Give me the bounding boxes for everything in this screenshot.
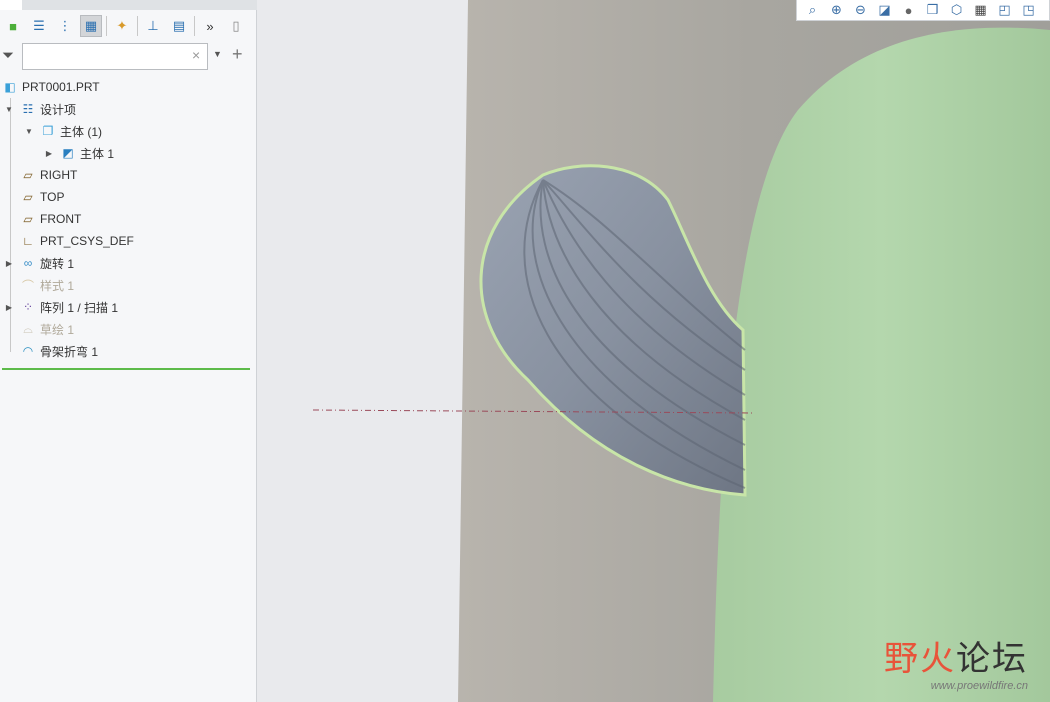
body-icon: ◩: [62, 146, 74, 160]
model-scene: [312, 0, 1050, 702]
more-icon[interactable]: »: [199, 15, 221, 37]
annotation-display-icon[interactable]: ◳: [1019, 1, 1038, 19]
tree-columns-icon[interactable]: ▤: [168, 15, 190, 37]
separator: [194, 16, 195, 36]
expand-arrow-icon[interactable]: ▶: [4, 259, 14, 268]
zoom-in-icon[interactable]: ⊕: [827, 1, 846, 19]
tree-item-front[interactable]: ▱ FRONT: [0, 208, 257, 230]
watermark-url: www.proewildfire.cn: [930, 680, 1028, 692]
watermark-title: 野火: [884, 640, 956, 678]
filter-icon[interactable]: ⏷: [2, 47, 14, 64]
tree-item-label: 设计项: [40, 102, 77, 117]
search-input[interactable]: [22, 43, 208, 70]
clear-icon[interactable]: ×: [192, 47, 200, 63]
model-tree-toolbar: ■ ☰ ⋮ ▦ ✦ ⊥ ▤ » ▯: [0, 12, 257, 40]
settings-doc-icon[interactable]: ▯: [225, 15, 247, 37]
view-manager-icon[interactable]: ⬡: [947, 1, 966, 19]
tree-item-right[interactable]: ▱ RIGHT: [0, 164, 257, 186]
csys-icon: ∟: [22, 234, 34, 248]
add-icon[interactable]: +: [232, 44, 243, 65]
separator: [106, 16, 107, 36]
tree-item-label: RIGHT: [40, 168, 78, 182]
zoom-out-icon[interactable]: ⊖: [851, 1, 870, 19]
tree-item-label: 旋转 1: [40, 256, 75, 271]
chevron-down-icon[interactable]: ▼: [213, 49, 222, 59]
tree-item-label: TOP: [40, 190, 65, 204]
tree-item-revolve[interactable]: ▶ ∞ 旋转 1: [0, 252, 257, 274]
pattern-icon: ⁘: [22, 300, 34, 314]
tree-item-spinal-bend[interactable]: ◠ 骨架折弯 1: [0, 340, 257, 362]
style-icon: ⌒: [21, 278, 34, 293]
expand-arrow-icon[interactable]: ▶: [4, 303, 14, 312]
tree-item-part[interactable]: ◧ PRT0001.PRT: [0, 76, 257, 98]
tree-item-top[interactable]: ▱ TOP: [0, 186, 257, 208]
tree-item-csys[interactable]: ∟ PRT_CSYS_DEF: [0, 230, 257, 252]
model-tree-tab[interactable]: [0, 0, 22, 10]
perspective-icon[interactable]: ◰: [995, 1, 1014, 19]
datum-plane-icon: ▱: [23, 168, 33, 182]
bodies-icon: ❐: [42, 124, 54, 138]
snapshot-icon[interactable]: ▦: [971, 1, 990, 19]
tree-filter-icon[interactable]: ⊥: [142, 15, 164, 37]
search-row: ⏷ × ▼ +: [0, 43, 257, 71]
tree-item-label: 主体 (1): [60, 124, 103, 139]
expand-arrow-icon[interactable]: ▶: [44, 149, 54, 158]
tree-item-style[interactable]: ⌒ 样式 1: [0, 274, 257, 296]
sketch-icon: ⌓: [23, 321, 33, 336]
tree-item-label: 骨架折弯 1: [40, 344, 99, 359]
tree-item-bodies[interactable]: ▼ ❐ 主体 (1): [0, 120, 257, 142]
model-tree: ◧ PRT0001.PRT ▼ ☷ 设计项 ▼ ❐ 主体 (1) ▶ ◩ 主体 1 ▱ RIGH…: [0, 76, 257, 362]
expand-all-icon[interactable]: ☰: [28, 15, 50, 37]
tree-item-pattern[interactable]: ▶ ⁘ 阵列 1 / 扫描 1: [0, 296, 257, 318]
tree-item-label: 主体 1: [80, 146, 115, 161]
spinal-bend-icon: ◠: [22, 344, 34, 358]
tree-item-design-items[interactable]: ▼ ☷ 设计项: [0, 98, 257, 120]
panel-tabs: [0, 0, 257, 10]
insert-here-line[interactable]: [2, 368, 250, 370]
show-hide-icon[interactable]: ▦: [80, 15, 102, 37]
tree-item-label: FRONT: [40, 212, 82, 226]
tree-item-label: PRT_CSYS_DEF: [40, 234, 134, 248]
part-icon[interactable]: ■: [2, 15, 24, 37]
tree-item-label: 阵列 1 / 扫描 1: [40, 300, 119, 315]
tree-item-label: 草绘 1: [40, 322, 75, 337]
design-items-icon: ☷: [22, 102, 34, 116]
view-toolbar: ⌕ ⊕ ⊖ ◪ ● ❒ ⬡ ▦ ◰ ◳: [796, 0, 1050, 21]
saved-orientations-icon[interactable]: ❒: [923, 1, 942, 19]
revolve-icon: ∞: [23, 256, 33, 270]
new-feature-icon[interactable]: ✦: [111, 15, 133, 37]
collapse-all-icon[interactable]: ⋮: [54, 15, 76, 37]
datum-plane-icon: ▱: [23, 212, 33, 226]
collapse-arrow-icon[interactable]: ▼: [24, 127, 34, 136]
display-style-icon[interactable]: ●: [899, 1, 918, 19]
collapse-arrow-icon[interactable]: ▼: [4, 105, 14, 114]
tree-item-label: 样式 1: [40, 278, 75, 293]
refit-icon[interactable]: ⌕: [803, 1, 822, 19]
watermark: 野火论坛 www.proewildfire.cn: [884, 631, 1028, 692]
tree-item-body[interactable]: ▶ ◩ 主体 1: [0, 142, 257, 164]
watermark-title-b: 论坛: [956, 640, 1028, 678]
datum-plane-icon: ▱: [23, 190, 33, 204]
tree-item-sketch[interactable]: ⌓ 草绘 1: [0, 318, 257, 340]
graphics-window[interactable]: ⌕ ⊕ ⊖ ◪ ● ❒ ⬡ ▦ ◰ ◳ 野火论坛 www.proewildfir…: [258, 0, 1050, 702]
tree-item-label: PRT0001.PRT: [22, 80, 100, 94]
separator: [137, 16, 138, 36]
repaint-icon[interactable]: ◪: [875, 1, 894, 19]
part-icon: ◧: [4, 80, 16, 94]
model-tree-panel: ■ ☰ ⋮ ▦ ✦ ⊥ ▤ » ▯ ⏷ × ▼ + ◧ PRT0001.PRT ▼…: [0, 0, 257, 702]
